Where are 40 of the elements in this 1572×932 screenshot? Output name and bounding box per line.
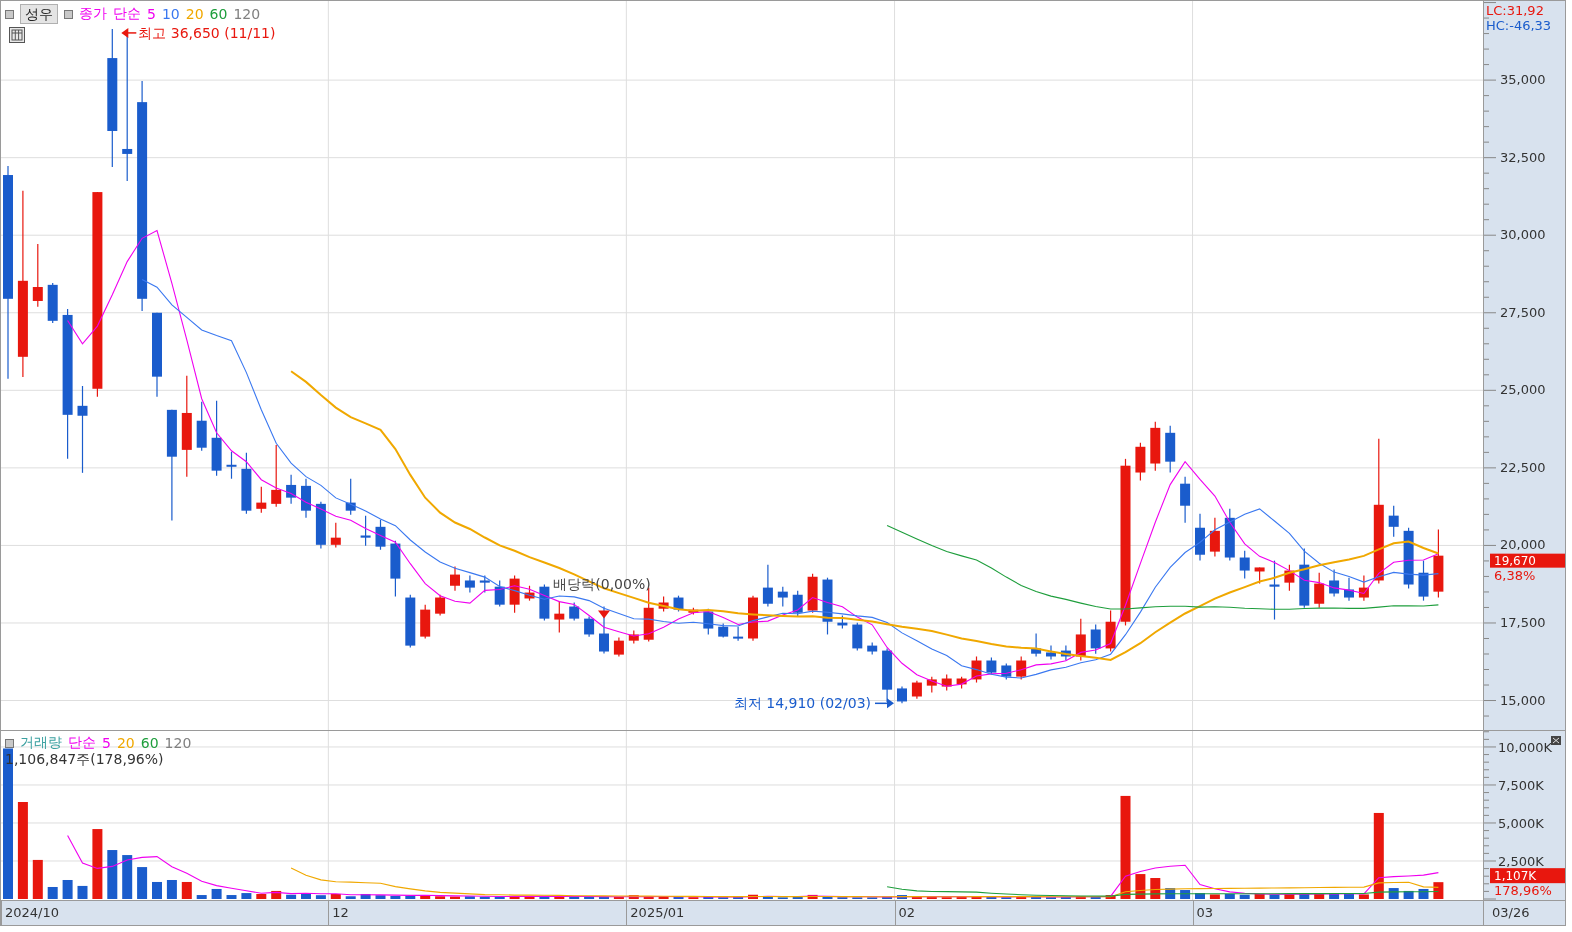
legend-item: 20 (116, 735, 135, 751)
axis-label: 20,000 (1500, 537, 1546, 553)
axis-label: 5,000K (1498, 816, 1544, 831)
volume-tag: 1,107K (1490, 868, 1565, 884)
legend-item: 20 (185, 6, 204, 22)
axis-label: 32,500 (1500, 149, 1546, 165)
axis-label: 27,500 (1500, 304, 1546, 320)
axis-label: 2,500K (1498, 854, 1544, 869)
legend-method: 단순 (68, 734, 96, 752)
date-label: 2025/01 (626, 901, 685, 925)
high-price-label: 최고 36,650 (11/11) (138, 24, 276, 41)
date-label: 03/26 (1492, 905, 1530, 920)
low-price-label: 최저 14,910 (02/03) (733, 695, 871, 712)
legend-item: 120 (233, 6, 261, 22)
legend-title: 종가 (79, 5, 107, 23)
hc-value: HC:-46,33 (1486, 18, 1552, 33)
legend-item: 5 (147, 6, 156, 22)
change-percent: 6,38% (1494, 567, 1536, 583)
axis-label: 25,000 (1500, 382, 1546, 398)
date-label: 03 (1192, 901, 1214, 925)
axis-label: 35,000 (1500, 72, 1546, 88)
date-label: 12 (328, 901, 349, 925)
date-label: 02 (894, 901, 916, 925)
legend-item: 60 (209, 6, 228, 22)
axis-label: 22,500 (1500, 459, 1546, 475)
axis-label: 30,000 (1500, 227, 1546, 243)
price-tag: 19,670 (1490, 553, 1565, 568)
date-label: 2024/10 (1, 901, 59, 925)
legend-item: 60 (140, 735, 159, 751)
axis-label: 17,500 (1500, 615, 1546, 630)
axis-label: 15,000 (1500, 692, 1546, 708)
volume-ratio: 178,96% (1494, 883, 1552, 899)
lc-value: LC:31,92 (1486, 3, 1544, 18)
legend-title: 거래량 (20, 734, 62, 752)
axis-label: 7,500K (1498, 777, 1544, 793)
legend-item: 120 (164, 735, 192, 751)
axis-label: 10,000K (1498, 739, 1552, 755)
legend-method: 단순 (113, 5, 141, 23)
legend-item: 10 (161, 6, 180, 22)
legend-item: 5 (102, 735, 111, 751)
